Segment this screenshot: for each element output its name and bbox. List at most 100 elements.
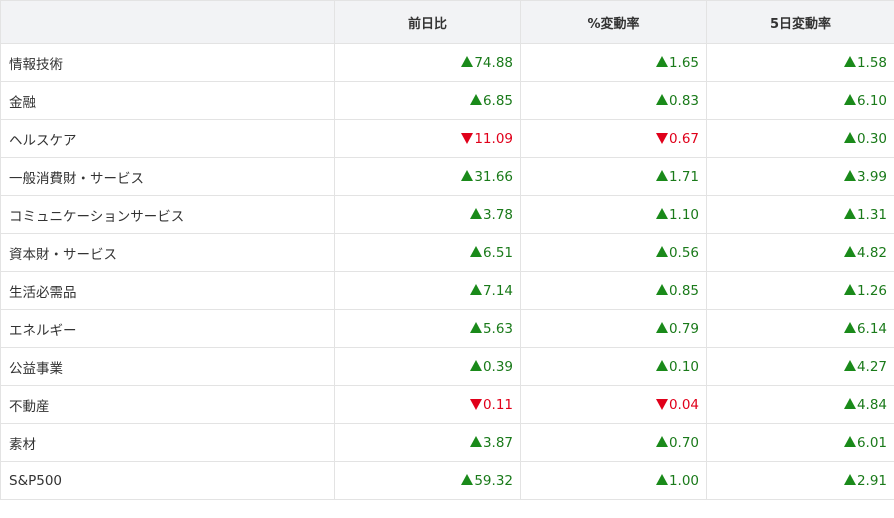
day-change-cell: 74.88 xyxy=(334,43,521,82)
triangle-up-icon xyxy=(843,473,856,485)
triangle-up-icon xyxy=(843,169,856,181)
day-change-cell: 0.39 xyxy=(334,347,521,386)
change-value: 6.10 xyxy=(856,92,887,109)
header-day-change: 前日比 xyxy=(334,0,521,44)
triangle-up-icon xyxy=(655,93,668,105)
five-day-change-cell: 4.84 xyxy=(706,385,894,424)
triangle-up-icon xyxy=(655,321,668,333)
change-value: 3.99 xyxy=(856,168,887,185)
header-row: 前日比 %変動率 5日変動率 xyxy=(0,0,894,44)
five-day-change-cell: 1.58 xyxy=(706,43,894,82)
sector-name: 資本財・サービス xyxy=(0,233,335,272)
percent-change-cell: 0.67 xyxy=(520,119,707,158)
percent-change-cell: 0.70 xyxy=(520,423,707,462)
change-value: 3.87 xyxy=(482,434,513,451)
day-change-cell: 59.32 xyxy=(334,461,521,500)
triangle-up-icon xyxy=(843,435,856,447)
percent-change-cell: 1.65 xyxy=(520,43,707,82)
sector-name: エネルギー xyxy=(0,309,335,348)
table-row: 素材 3.87 0.70 6.01 xyxy=(0,423,894,462)
day-change-cell: 31.66 xyxy=(334,157,521,196)
triangle-up-icon xyxy=(843,283,856,295)
sector-name: 一般消費財・サービス xyxy=(0,157,335,196)
sector-name: S&P500 xyxy=(0,461,335,500)
change-value: 5.63 xyxy=(482,320,513,337)
change-value: 0.11 xyxy=(482,396,513,413)
sector-name: 不動産 xyxy=(0,385,335,424)
triangle-up-icon xyxy=(655,207,668,219)
change-value: 0.39 xyxy=(482,358,513,375)
change-value: 0.04 xyxy=(668,396,699,413)
change-value: 11.09 xyxy=(474,130,513,147)
change-value: 0.56 xyxy=(668,244,699,261)
sector-name: 生活必需品 xyxy=(0,271,335,310)
triangle-up-icon xyxy=(843,245,856,257)
change-value: 6.51 xyxy=(482,244,513,261)
change-value: 4.27 xyxy=(856,358,887,375)
triangle-down-icon xyxy=(655,398,668,410)
triangle-up-icon xyxy=(843,55,856,67)
change-value: 0.67 xyxy=(668,130,699,147)
table-row: 金融 6.85 0.83 6.10 xyxy=(0,81,894,120)
header-percent-change: %変動率 xyxy=(520,0,707,44)
change-value: 7.14 xyxy=(482,282,513,299)
day-change-cell: 7.14 xyxy=(334,271,521,310)
triangle-up-icon xyxy=(655,473,668,485)
table-body: 情報技術 74.88 1.65 1.58 金融 6.85 0.83 6.10 ヘルスケア 11.0… xyxy=(0,43,894,500)
change-value: 1.65 xyxy=(668,54,699,71)
triangle-up-icon xyxy=(843,397,856,409)
header-sector xyxy=(0,0,335,44)
change-value: 59.32 xyxy=(474,472,513,489)
triangle-up-icon xyxy=(461,473,474,485)
change-value: 4.82 xyxy=(856,244,887,261)
percent-change-cell: 0.85 xyxy=(520,271,707,310)
table-row: 情報技術 74.88 1.65 1.58 xyxy=(0,43,894,82)
change-value: 0.10 xyxy=(668,358,699,375)
five-day-change-cell: 6.10 xyxy=(706,81,894,120)
five-day-change-cell: 4.82 xyxy=(706,233,894,272)
triangle-up-icon xyxy=(655,435,668,447)
five-day-change-cell: 6.01 xyxy=(706,423,894,462)
triangle-up-icon xyxy=(469,283,482,295)
triangle-up-icon xyxy=(461,169,474,181)
change-value: 74.88 xyxy=(474,54,513,71)
table-row: エネルギー 5.63 0.79 6.14 xyxy=(0,309,894,348)
change-value: 1.26 xyxy=(856,282,887,299)
day-change-cell: 6.85 xyxy=(334,81,521,120)
change-value: 4.84 xyxy=(856,396,887,413)
change-value: 0.83 xyxy=(668,92,699,109)
table-row: コミュニケーションサービス 3.78 1.10 1.31 xyxy=(0,195,894,234)
triangle-up-icon xyxy=(461,55,474,67)
table-row: 公益事業 0.39 0.10 4.27 xyxy=(0,347,894,386)
triangle-up-icon xyxy=(843,359,856,371)
day-change-cell: 6.51 xyxy=(334,233,521,272)
triangle-up-icon xyxy=(469,321,482,333)
change-value: 0.85 xyxy=(668,282,699,299)
five-day-change-cell: 1.31 xyxy=(706,195,894,234)
day-change-cell: 11.09 xyxy=(334,119,521,158)
change-value: 1.71 xyxy=(668,168,699,185)
triangle-up-icon xyxy=(655,359,668,371)
percent-change-cell: 0.04 xyxy=(520,385,707,424)
triangle-down-icon xyxy=(469,398,482,410)
five-day-change-cell: 0.30 xyxy=(706,119,894,158)
table-header: 前日比 %変動率 5日変動率 xyxy=(0,0,894,44)
triangle-up-icon xyxy=(655,169,668,181)
change-value: 0.70 xyxy=(668,434,699,451)
change-value: 3.78 xyxy=(482,206,513,223)
change-value: 1.31 xyxy=(856,206,887,223)
sector-name: 情報技術 xyxy=(0,43,335,82)
change-value: 6.85 xyxy=(482,92,513,109)
five-day-change-cell: 6.14 xyxy=(706,309,894,348)
day-change-cell: 3.78 xyxy=(334,195,521,234)
change-value: 0.79 xyxy=(668,320,699,337)
sector-performance-table: 前日比 %変動率 5日変動率 情報技術 74.88 1.65 1.58 金融 6.85 0.… xyxy=(0,0,894,500)
day-change-cell: 5.63 xyxy=(334,309,521,348)
sector-name: 金融 xyxy=(0,81,335,120)
change-value: 6.01 xyxy=(856,434,887,451)
triangle-up-icon xyxy=(843,321,856,333)
triangle-down-icon xyxy=(655,132,668,144)
change-value: 31.66 xyxy=(474,168,513,185)
triangle-up-icon xyxy=(655,245,668,257)
five-day-change-cell: 1.26 xyxy=(706,271,894,310)
